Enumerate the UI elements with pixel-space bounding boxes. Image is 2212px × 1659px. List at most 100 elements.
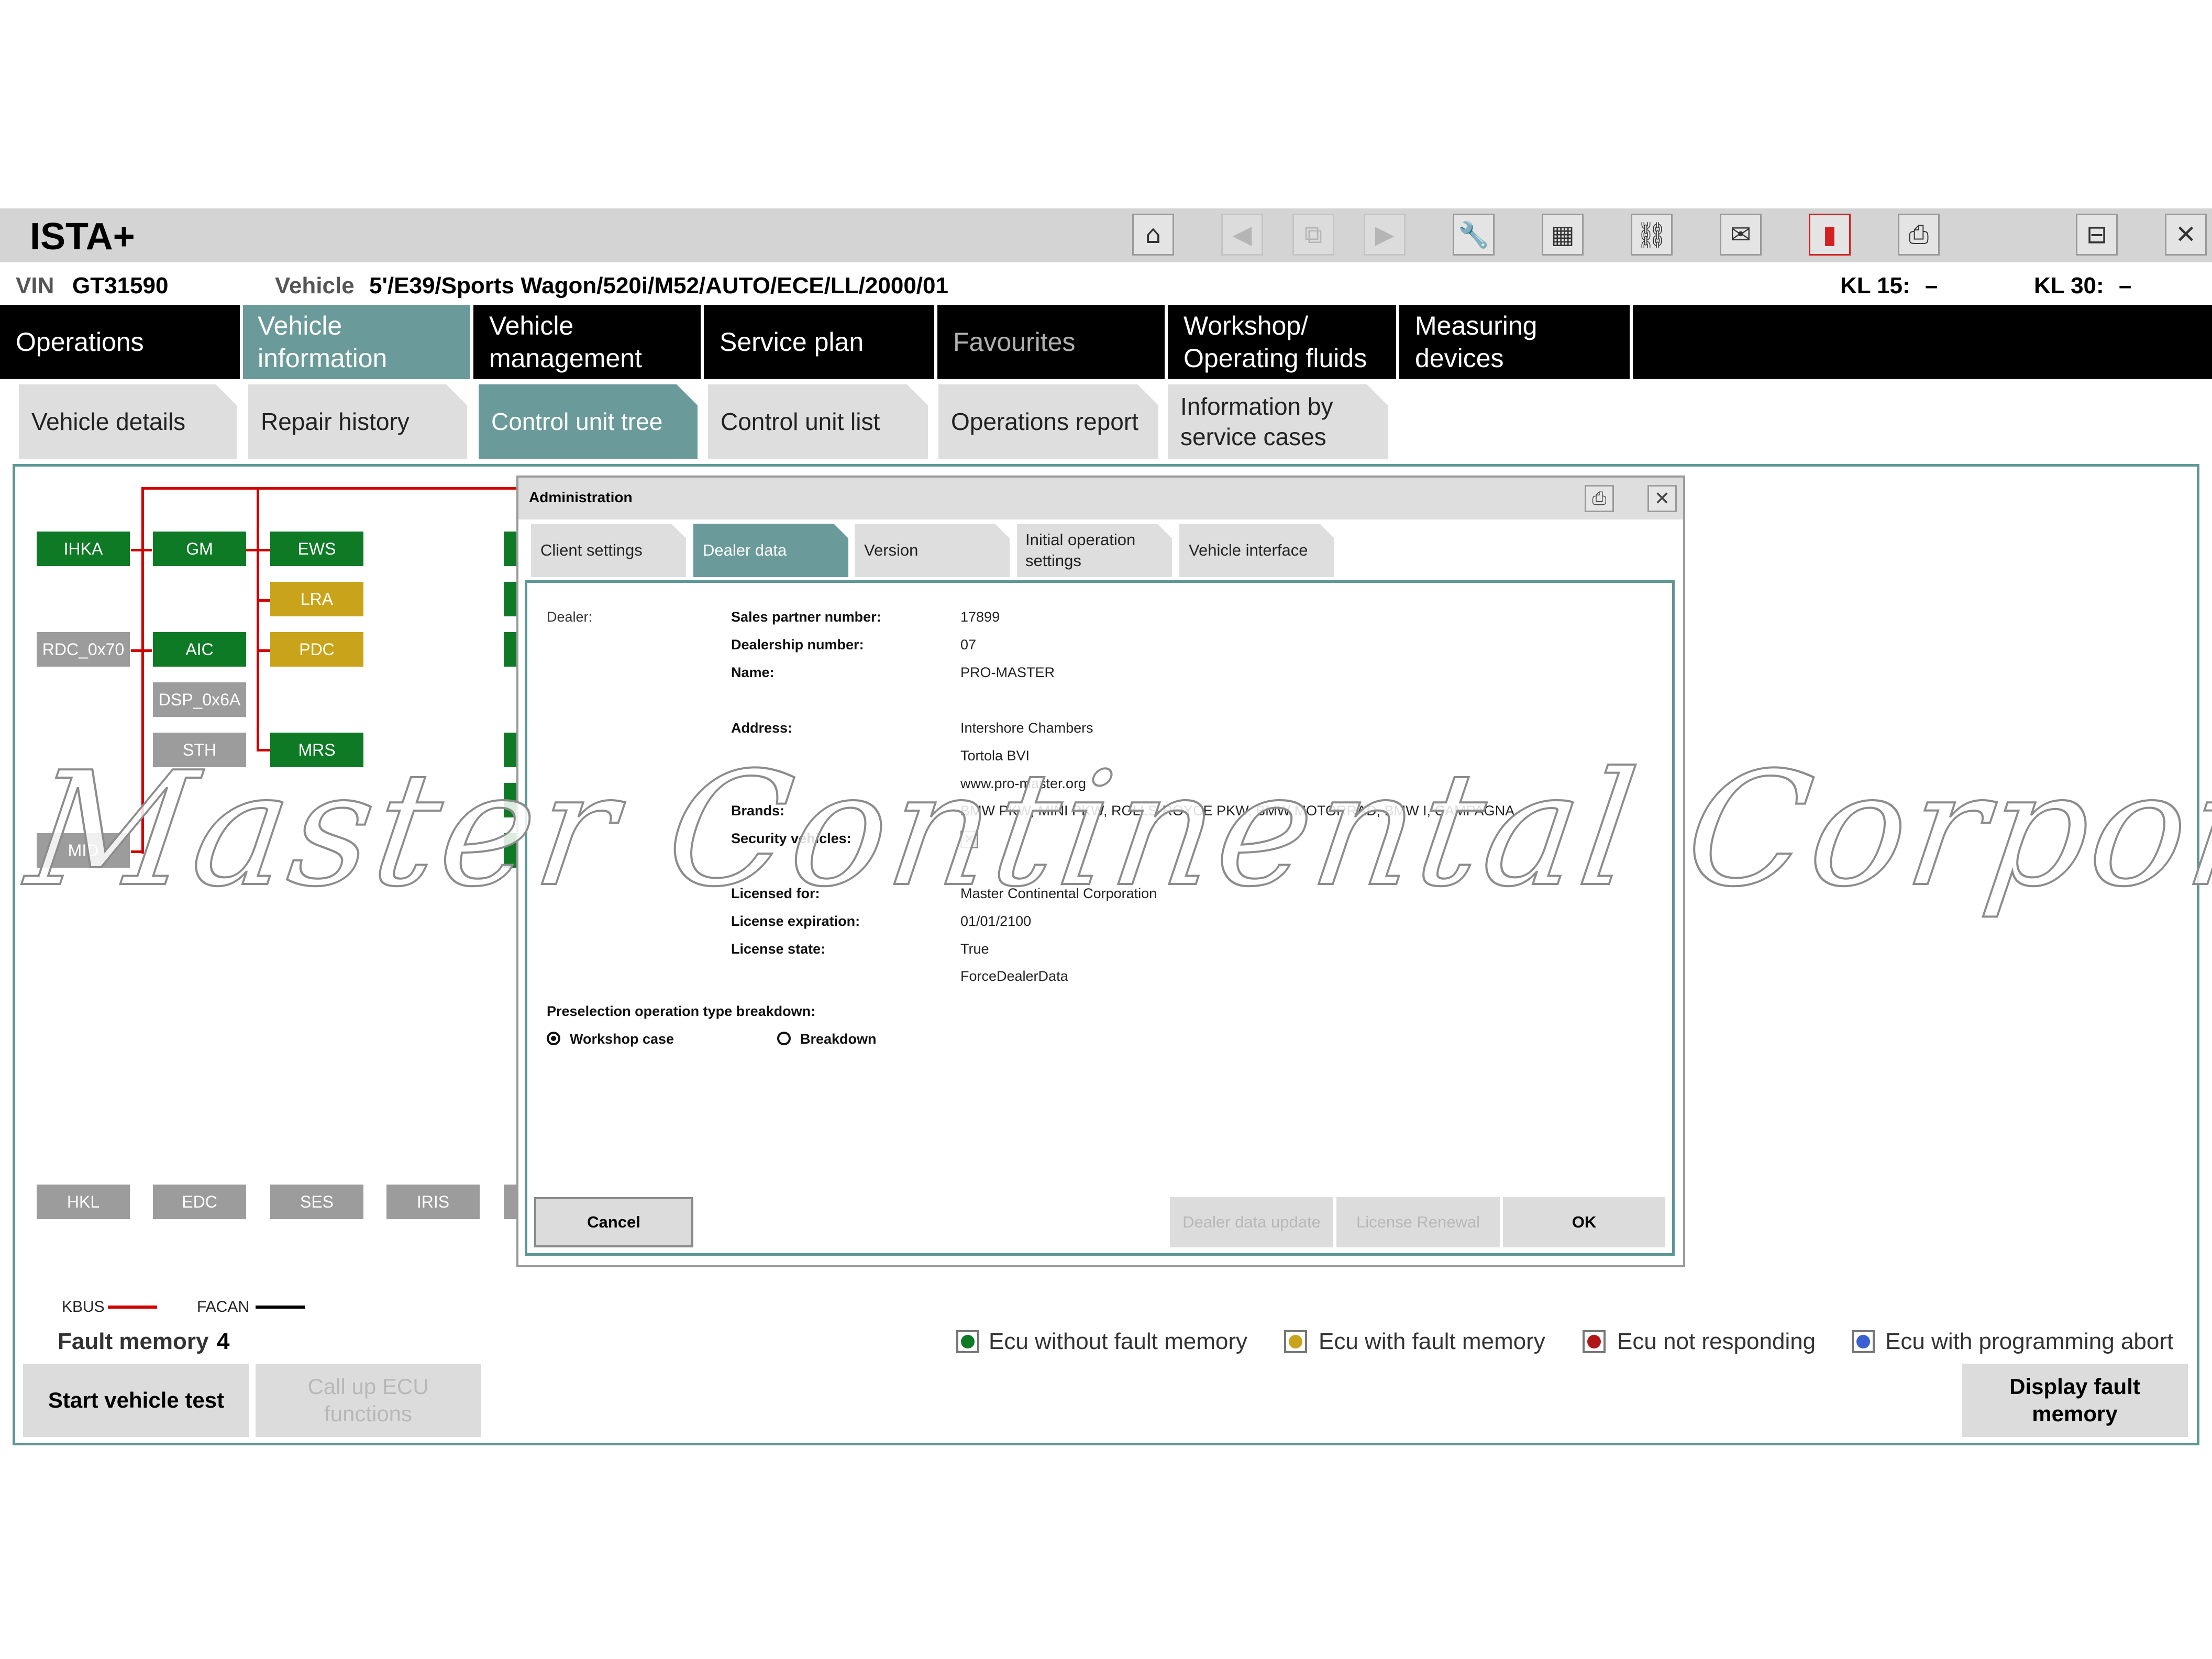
wrench-icon: 🔧 (1458, 220, 1489, 250)
dialog-header (518, 478, 1683, 519)
fault-memory-label: Fault memory (58, 1329, 209, 1354)
mail-button[interactable]: ✉ (1720, 214, 1762, 256)
legend-blue-icon (1852, 1330, 1875, 1353)
back-button[interactable]: ◀ (1221, 214, 1263, 256)
ecu-dsp[interactable]: DSP_0x6A (153, 682, 246, 717)
tab-repair-history[interactable]: Repair history (248, 384, 467, 459)
ecu-lra[interactable]: LRA (270, 582, 363, 616)
ecu-gm[interactable]: GM (153, 532, 246, 566)
legend-programming-abort: Ecu with programming abort (1885, 1329, 2174, 1354)
watermark: Master Continental Corporation ® (18, 737, 2212, 922)
print-icon: ⎙ (1592, 488, 1607, 509)
sales-partner-value: 17899 (960, 609, 1000, 625)
ecu-ihka[interactable]: IHKA (37, 532, 130, 566)
dialog-print-button[interactable]: ⎙ (1585, 485, 1614, 512)
tab-dealer-data[interactable]: Dealer data (693, 524, 848, 577)
battery-button[interactable]: ▮ (1809, 214, 1851, 256)
kl30-label: KL 30: (2034, 273, 2104, 298)
tab-initial-operation-settings[interactable]: Initial operation settings (1017, 524, 1172, 577)
home-icon: ⌂ (1145, 220, 1162, 249)
connection-icon: ⛓ (1635, 220, 1668, 250)
close-button[interactable]: ✕ (2165, 214, 2207, 256)
kbus-line (141, 487, 516, 490)
address-label: Address: (731, 720, 793, 736)
ecu-aic[interactable]: AIC (153, 632, 246, 667)
home-button[interactable]: ⌂ (1132, 214, 1174, 256)
ecu-ses[interactable]: SES (270, 1185, 363, 1219)
legend-not-responding: Ecu not responding (1617, 1329, 1816, 1354)
tab-information-service-cases[interactable]: Information by service cases (1168, 384, 1388, 459)
display-fault-memory-button[interactable]: Display fault memory (1962, 1364, 2188, 1437)
tab-control-unit-list[interactable]: Control unit list (708, 384, 928, 459)
ecu-hidden (504, 582, 516, 616)
ok-button[interactable]: OK (1503, 1197, 1665, 1247)
nav-vehicle-management[interactable]: Vehicle management (473, 305, 704, 379)
tab-version[interactable]: Version (855, 524, 1010, 577)
nav-favourites[interactable]: Favourites (937, 305, 1168, 379)
name-label: Name: (731, 665, 775, 680)
license-state-value: True (960, 941, 989, 957)
workshop-case-radio[interactable] (547, 1032, 560, 1045)
vehicle-info-button[interactable]: ▦ (1542, 214, 1584, 256)
vin-label: VIN (16, 273, 54, 298)
tab-operations-report[interactable]: Operations report (938, 384, 1158, 459)
kbus-line (257, 487, 259, 749)
forward-icon: ▶ (1375, 220, 1395, 249)
wrench-button[interactable]: 🔧 (1453, 214, 1495, 256)
ecu-pdc[interactable]: PDC (270, 632, 363, 667)
license-state-extra: ForceDealerData (960, 968, 1068, 984)
ecu-rdc[interactable]: RDC_0x70 (37, 632, 130, 667)
ecu-edc[interactable]: EDC (153, 1185, 246, 1219)
dealer-label: Dealer: (547, 609, 593, 625)
tab-control-unit-tree[interactable]: Control unit tree (479, 384, 698, 459)
facan-legend-label: FACAN (197, 1298, 250, 1315)
app-title: ISTA+ (30, 216, 135, 258)
call-ecu-functions-button[interactable]: Call up ECU functions (256, 1364, 481, 1437)
copy-button[interactable]: ⧉ (1292, 214, 1334, 256)
nav-workshop-fluids[interactable]: Workshop/ Operating fluids (1168, 305, 1399, 379)
start-vehicle-test-button[interactable]: Start vehicle test (23, 1364, 249, 1437)
cancel-button[interactable]: Cancel (534, 1197, 693, 1247)
print-icon: ⎙ (1908, 219, 1929, 249)
kl30-value: – (2119, 273, 2132, 298)
tab-vehicle-interface[interactable]: Vehicle interface (1179, 524, 1334, 577)
kl15-label: KL 15: (1840, 273, 1910, 298)
battery-icon: ▮ (1822, 220, 1837, 249)
sales-partner-label: Sales partner number: (731, 609, 881, 625)
address-line-1: Intershore Chambers (960, 720, 1093, 736)
close-icon: ✕ (1654, 488, 1671, 510)
license-renewal-button[interactable]: License Renewal (1336, 1197, 1500, 1247)
dealer-data-update-button[interactable]: Dealer data update (1170, 1197, 1333, 1247)
nav-vehicle-information[interactable]: Vehicle information (243, 305, 473, 379)
minimize-button[interactable]: ⊟ (2076, 214, 2118, 256)
dialog-close-button[interactable]: ✕ (1647, 485, 1677, 512)
close-icon: ✕ (2175, 220, 2197, 249)
breakdown-radio[interactable] (777, 1032, 791, 1045)
facan-legend-line (256, 1306, 305, 1309)
nav-operations[interactable]: Operations (0, 305, 243, 379)
ecu-iris[interactable]: IRIS (386, 1185, 480, 1219)
kbus-line (257, 649, 270, 652)
tab-client-settings[interactable]: Client settings (531, 524, 686, 577)
mail-icon: ✉ (1730, 220, 1752, 249)
kbus-line (131, 649, 152, 652)
nav-service-plan[interactable]: Service plan (704, 305, 937, 379)
nav-measuring-devices[interactable]: Measuring devices (1399, 305, 1633, 379)
kbus-legend-label: KBUS (62, 1298, 105, 1315)
breakdown-label[interactable]: Breakdown (800, 1030, 877, 1048)
print-button[interactable]: ⎙ (1898, 214, 1940, 256)
copy-icon: ⧉ (1304, 219, 1323, 249)
ecu-hkl[interactable]: HKL (37, 1185, 130, 1219)
dialog-title: Administration (529, 489, 633, 505)
workshop-case-label[interactable]: Workshop case (570, 1030, 674, 1048)
forward-button[interactable]: ▶ (1364, 214, 1406, 256)
vehicle-info-icon: ▦ (1551, 220, 1575, 249)
vehicle-label: Vehicle (275, 273, 355, 298)
title-bar (0, 208, 2212, 262)
minimize-icon: ⊟ (2086, 220, 2108, 249)
connection-button[interactable]: ⛓ (1631, 214, 1673, 256)
tab-vehicle-details[interactable]: Vehicle details (19, 384, 237, 459)
fault-memory-count: 4 (217, 1329, 230, 1354)
ecu-ews[interactable]: EWS (270, 532, 363, 566)
license-state-label: License state: (731, 941, 826, 957)
